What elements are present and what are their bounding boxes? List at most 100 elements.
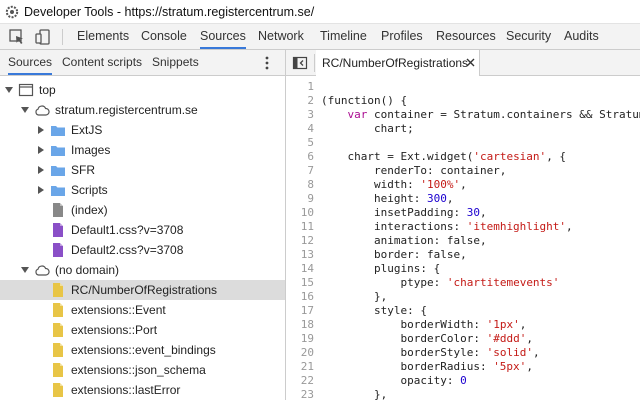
- tree-item-label: extensions::Event: [71, 303, 166, 317]
- code-token: 'solid': [486, 346, 533, 359]
- more-options-icon[interactable]: [263, 55, 271, 71]
- window-title: Developer Tools - https://stratum.regist…: [24, 5, 315, 19]
- line-number: 4: [307, 122, 314, 135]
- code-token: renderTo: container,: [321, 164, 507, 177]
- code-token: (function() {: [321, 94, 408, 107]
- tree-item[interactable]: Default2.css?v=3708: [0, 240, 285, 260]
- tree-item[interactable]: extensions::event_bindings: [0, 340, 285, 360]
- navigator-tab-sources[interactable]: Sources: [8, 50, 53, 75]
- line-number: 15: [300, 276, 314, 289]
- code-line: opacity: 0: [321, 374, 466, 388]
- collapsed-arrow-icon[interactable]: [37, 146, 45, 154]
- tree-item[interactable]: SFR: [0, 160, 285, 180]
- code-token: chart;: [321, 122, 414, 135]
- code-token: border: false,: [321, 248, 467, 261]
- toolbar-separator: [62, 29, 63, 45]
- code-token: chart = Ext.widget(: [321, 150, 474, 163]
- tree-item[interactable]: Images: [0, 140, 285, 160]
- tree-item[interactable]: extensions::json_schema: [0, 360, 285, 380]
- code-token: 300: [426, 192, 447, 205]
- code-line: borderColor: '#ddd',: [321, 332, 533, 346]
- window-titlebar: Developer Tools - https://stratum.regist…: [0, 0, 640, 24]
- tab-profiles[interactable]: Profiles: [381, 24, 423, 49]
- tree-item[interactable]: Scripts: [0, 180, 285, 200]
- tree-item-label: Default1.css?v=3708: [71, 223, 184, 237]
- tree-item[interactable]: extensions::lastError: [0, 380, 285, 400]
- code-line: height: 300,: [321, 192, 454, 206]
- tree-item[interactable]: ExtJS: [0, 120, 285, 140]
- collapsed-arrow-icon[interactable]: [37, 126, 45, 134]
- expanded-arrow-icon[interactable]: [21, 266, 29, 274]
- tree-item[interactable]: (no domain): [0, 260, 285, 280]
- tab-audits[interactable]: Audits: [564, 24, 599, 49]
- code-editor[interactable]: 1 2 3 4 5 6 7 8 9 10 11 12 13 14 15 16 17 18 19 20 21 22 23 (f…: [286, 76, 640, 400]
- tree-item[interactable]: stratum.registercentrum.se: [0, 100, 285, 120]
- code-line: borderStyle: 'solid',: [321, 346, 540, 360]
- code-token: borderStyle:: [321, 346, 487, 359]
- script-icon: [50, 302, 66, 318]
- code-token: borderRadius:: [321, 360, 494, 373]
- line-number: 14: [300, 262, 314, 275]
- line-number: 18: [300, 318, 314, 331]
- line-number: 7: [307, 164, 314, 177]
- code-line: insetPadding: 30,: [321, 206, 487, 220]
- code-token: borderColor:: [321, 332, 487, 345]
- code-token: 30: [466, 206, 480, 219]
- navigator-tab-content-scripts[interactable]: Content scripts: [62, 50, 142, 75]
- tree-item-label: extensions::json_schema: [71, 363, 206, 377]
- code-token: ,: [526, 332, 533, 345]
- tree-item[interactable]: top: [0, 80, 285, 100]
- code-token: },: [321, 290, 388, 303]
- toggle-navigator-icon[interactable]: [292, 55, 308, 71]
- stylesheet-icon: [50, 242, 66, 258]
- inspect-element-icon[interactable]: [8, 28, 26, 46]
- collapsed-arrow-icon[interactable]: [37, 166, 45, 174]
- line-number: 6: [307, 150, 314, 163]
- expanded-arrow-icon[interactable]: [21, 106, 29, 114]
- close-tab-icon[interactable]: [466, 58, 475, 67]
- tree-item-label: top: [39, 83, 56, 97]
- tab-timeline[interactable]: Timeline: [320, 24, 367, 49]
- tree-item-label: SFR: [71, 163, 95, 177]
- folder-icon: [50, 162, 66, 178]
- tab-security[interactable]: Security: [506, 24, 551, 49]
- code-token: ,: [460, 178, 467, 191]
- tree-item[interactable]: extensions::Event: [0, 300, 285, 320]
- collapsed-arrow-icon[interactable]: [37, 186, 45, 194]
- tree-item[interactable]: (index): [0, 200, 285, 220]
- code-line: plugins: {: [321, 262, 440, 276]
- expanded-arrow-icon[interactable]: [5, 86, 13, 94]
- tab-resources[interactable]: Resources: [436, 24, 496, 49]
- navigator-tab-snippets[interactable]: Snippets: [152, 50, 199, 75]
- tree-item[interactable]: extensions::Port: [0, 320, 285, 340]
- cloud-icon: [34, 262, 50, 278]
- tree-item-label: (no domain): [55, 263, 120, 277]
- tree-item[interactable]: Default1.css?v=3708: [0, 220, 285, 240]
- editor-toolbar-separator: [314, 54, 315, 72]
- code-token: '100%': [420, 178, 461, 191]
- device-mode-icon[interactable]: [34, 28, 52, 46]
- navigator-toolbar: Sources Content scripts Snippets: [0, 50, 285, 76]
- code-line: interactions: 'itemhighlight',: [321, 220, 573, 234]
- line-number: 22: [300, 374, 314, 387]
- code-token: ,: [479, 206, 487, 219]
- script-icon: [50, 342, 66, 358]
- code-token: container = Stratum.containers && Stratu…: [367, 108, 640, 121]
- tree-item-label: (index): [71, 203, 108, 217]
- tree-item-label: extensions::Port: [71, 323, 158, 337]
- line-number: 12: [300, 234, 314, 247]
- code-line: borderRadius: '5px',: [321, 360, 532, 374]
- code-token: '#ddd': [486, 332, 527, 345]
- code-line: border: false,: [321, 248, 467, 262]
- tab-sources[interactable]: Sources: [200, 24, 246, 49]
- tree-item[interactable]: RC/NumberOfRegistrations: [0, 280, 285, 300]
- tab-elements[interactable]: Elements: [77, 24, 129, 49]
- tab-network[interactable]: Network: [258, 24, 304, 49]
- editor-file-tab[interactable]: RC/NumberOfRegistrations: [316, 50, 480, 76]
- tab-console[interactable]: Console: [141, 24, 187, 49]
- tree-item-label: Default2.css?v=3708: [71, 243, 184, 257]
- code-token: ,: [532, 346, 540, 359]
- code-token: plugins: {: [321, 262, 441, 275]
- code-token: 'itemhighlight': [466, 220, 567, 233]
- code-token: interactions:: [321, 220, 467, 233]
